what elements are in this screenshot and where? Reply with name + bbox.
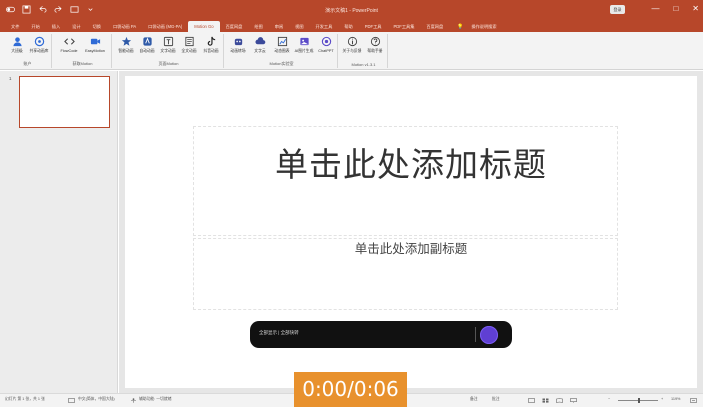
tab-file[interactable]: 文件: [5, 21, 25, 32]
ai-image-button[interactable]: AI图片生成: [293, 36, 315, 54]
chart-icon: [277, 36, 287, 47]
shared-library-button[interactable]: 共享动画库: [28, 36, 50, 54]
ribbon-group-motion-lab: 动画转场 文字云 动态图表 AI图片生成 ChatPPT Motion实验室: [226, 34, 338, 68]
accessibility-icon[interactable]: [130, 398, 137, 403]
text-animation-button[interactable]: 文字动画: [157, 36, 179, 54]
thumbnail-number: 1: [9, 76, 12, 81]
title-bar: 演示文稿1 - PowerPoint 登录 — □ ✕: [0, 0, 703, 21]
text-icon: [163, 36, 173, 47]
big-class-button[interactable]: 大班级: [6, 36, 28, 54]
ribbon-group-version: 关于与反馈 帮助手册 Motion v1.3.1: [340, 34, 388, 68]
tab-pocket-animation-mg[interactable]: 口袋动画 (MG-PA): [142, 21, 188, 32]
ai-image-icon: [299, 37, 309, 46]
slide-title-placeholder[interactable]: 单击此处添加标题: [125, 138, 697, 186]
language-status[interactable]: 中文(简体，中国大陆): [78, 397, 115, 402]
comments-button[interactable]: 批注: [492, 397, 500, 402]
flowcode-button[interactable]: FlowCode: [58, 36, 80, 53]
close-button[interactable]: ✕: [692, 4, 699, 13]
slide-thumbnail[interactable]: [19, 76, 110, 128]
tab-draw[interactable]: 绘图: [248, 21, 268, 32]
tiktok-icon: [207, 36, 215, 46]
animation-transition-button[interactable]: 动画转场: [227, 36, 249, 54]
full-text-animation-button[interactable]: 全文动画: [178, 36, 200, 54]
robot-icon: [234, 38, 242, 46]
ribbon-group-get-motion: FlowCode EasyMotion 获取Motion: [54, 34, 112, 68]
zoom-slider-handle[interactable]: [638, 398, 640, 403]
tab-motion-go[interactable]: Motion Go: [188, 21, 220, 32]
normal-view-icon[interactable]: [528, 398, 535, 403]
spellcheck-icon[interactable]: [68, 398, 75, 403]
tab-design[interactable]: 设计: [66, 21, 86, 32]
tab-review[interactable]: 审阅: [269, 21, 289, 32]
word-cloud-button[interactable]: 文字云: [249, 36, 271, 54]
video-timer: 0:00/0:06: [294, 372, 407, 407]
recording-toolbar: 全部显示 | 全部快转: [250, 321, 512, 348]
video-icon: [90, 38, 100, 45]
maximize-button[interactable]: □: [673, 4, 678, 13]
slide-sorter-icon[interactable]: [542, 398, 549, 403]
help-icon: [370, 36, 380, 47]
zoom-in-button[interactable]: +: [661, 397, 663, 401]
tab-transitions[interactable]: 切换: [87, 21, 107, 32]
sign-in-button[interactable]: 登录: [610, 5, 625, 14]
notes-button[interactable]: 备注: [470, 397, 478, 402]
tab-pocket-animation[interactable]: 口袋动画 PA: [107, 21, 142, 32]
tab-baidu-netdisk[interactable]: 百度网盘: [220, 21, 249, 32]
info-icon: [347, 36, 357, 47]
word-cloud-icon: [254, 37, 265, 45]
slide-subtitle-placeholder[interactable]: 单击此处添加副标题: [125, 238, 697, 257]
tab-pdf-tools[interactable]: PDF工具: [359, 21, 388, 32]
tab-home[interactable]: 开始: [25, 21, 45, 32]
window-title: 演示文稿1 - PowerPoint: [325, 8, 378, 14]
smart-animation-button[interactable]: 智能动画: [115, 36, 137, 54]
minimize-button[interactable]: —: [651, 4, 659, 13]
slide-thumbnail-pane: 1: [0, 71, 118, 393]
slide-count: 幻灯片 第 1 张，共 1 张: [5, 397, 45, 401]
chatppt-icon: [321, 36, 331, 47]
code-icon: [63, 38, 75, 45]
zoom-level[interactable]: 119%: [671, 397, 680, 401]
tab-insert[interactable]: 插入: [46, 21, 66, 32]
document-icon: [184, 36, 194, 47]
share-icon: [34, 36, 44, 47]
help-manual-button[interactable]: 帮助手册: [364, 36, 386, 54]
dynamic-chart-button[interactable]: 动态图表: [271, 36, 293, 54]
lightbulb-icon: 💡: [457, 23, 464, 30]
easymotion-button[interactable]: EasyMotion: [84, 36, 106, 53]
reading-view-icon[interactable]: [556, 398, 563, 403]
window-controls: — □ ✕: [651, 4, 699, 13]
tab-developer[interactable]: 开发工具: [310, 21, 339, 32]
about-feedback-button[interactable]: 关于与反馈: [341, 36, 363, 54]
record-button[interactable]: [480, 326, 498, 344]
auto-animation-button[interactable]: 自动动画: [136, 36, 158, 54]
recorder-divider: [475, 327, 476, 342]
zoom-out-button[interactable]: −: [608, 397, 610, 401]
fit-to-window-icon[interactable]: [690, 398, 697, 403]
auto-icon: [142, 37, 152, 46]
tell-me-search[interactable]: 操作说明搜索: [465, 21, 502, 32]
class-icon: [12, 37, 22, 47]
ribbon-group-account: 大班级 共享动画库 账户: [4, 34, 52, 68]
chatppt-button[interactable]: ChatPPT: [315, 36, 337, 53]
slideshow-icon[interactable]: [570, 398, 577, 403]
recorder-hint: 全部显示 | 全部快转: [259, 330, 299, 335]
tab-help[interactable]: 帮助: [338, 21, 358, 32]
tab-pdf-toolset[interactable]: PDF工具集: [387, 21, 420, 32]
ribbon-tabs: 文件 开始 插入 设计 切换 口袋动画 PA 口袋动画 (MG-PA) Moti…: [0, 21, 703, 32]
tab-baidu-netdisk-2[interactable]: 百度网盘: [420, 21, 449, 32]
ribbon-group-page-motion: 智能动画 自动动画 文字动画 全文动画 抖音动画 页面Motion: [114, 34, 224, 68]
accessibility-status[interactable]: 辅助功能: 一切就绪: [139, 397, 171, 402]
star-icon: [121, 36, 131, 46]
tab-view[interactable]: 视图: [289, 21, 309, 32]
ribbon: 大班级 共享动画库 账户 FlowCode EasyMotion 获取Motio…: [0, 32, 703, 70]
tiktok-animation-button[interactable]: 抖音动画: [200, 36, 222, 54]
